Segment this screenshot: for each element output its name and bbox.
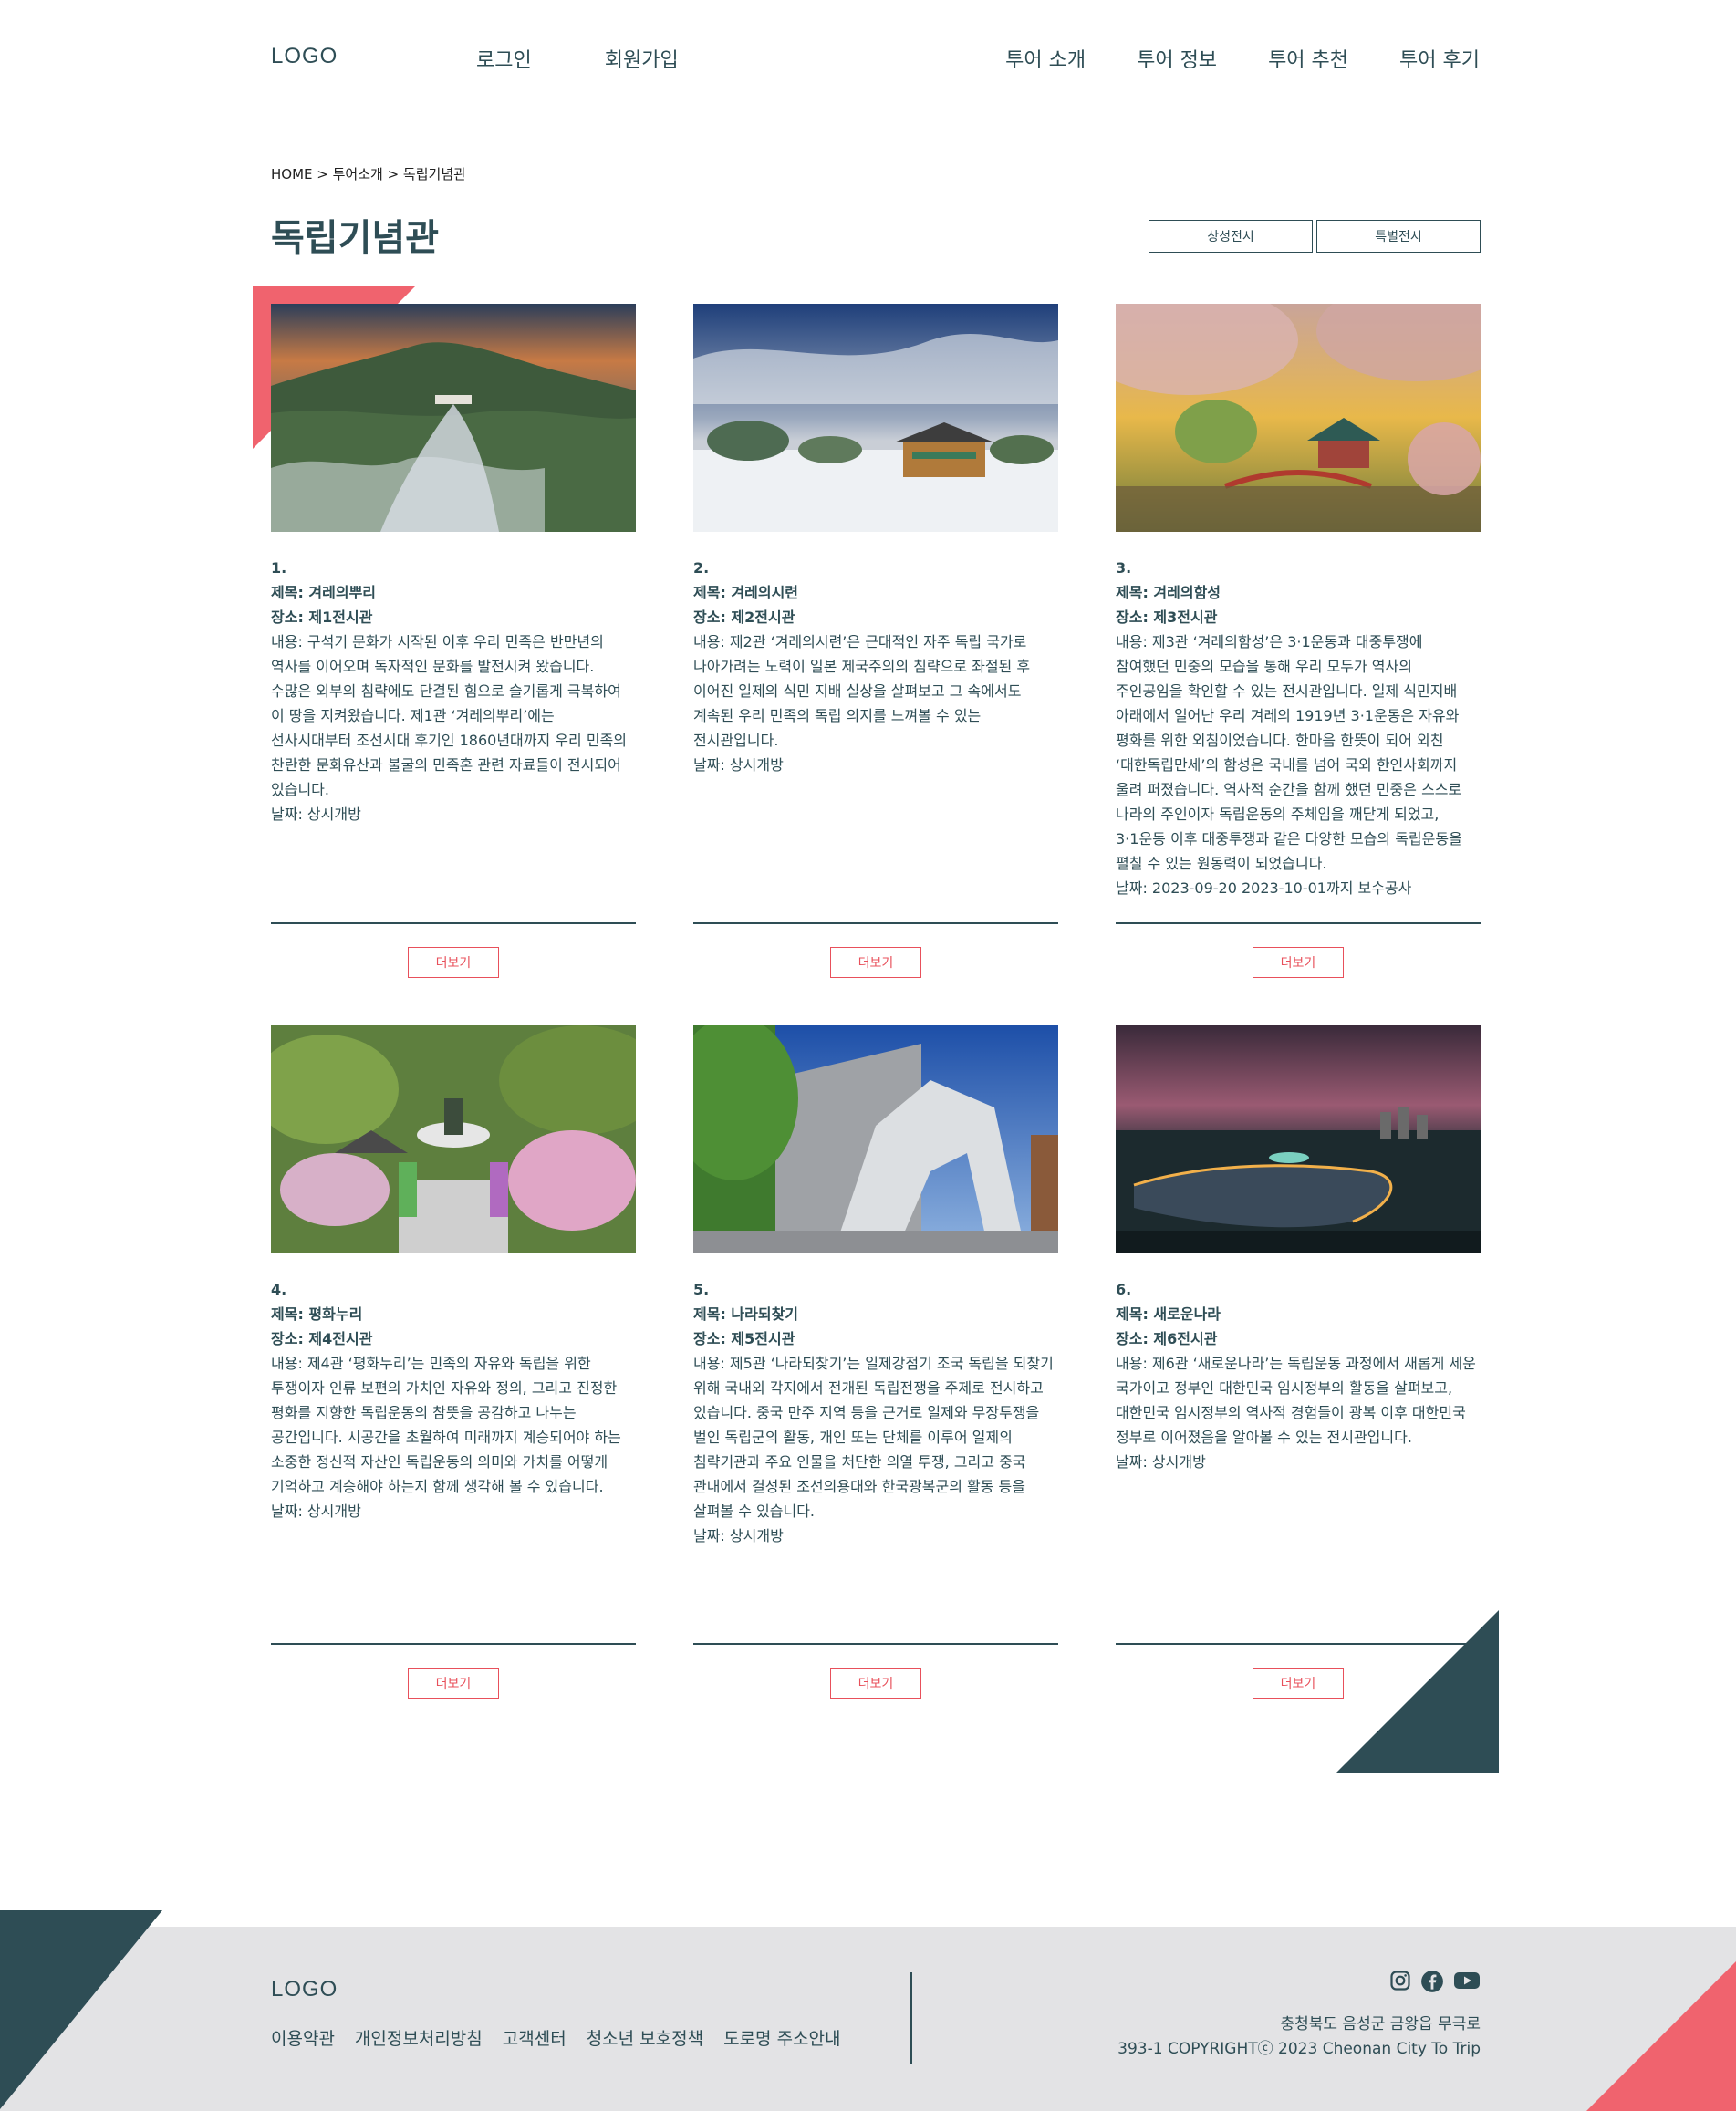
nav-tour-info[interactable]: 투어 정보	[1137, 44, 1217, 73]
tab-special-exhibit[interactable]: 특별전시	[1316, 220, 1481, 253]
facebook-icon[interactable]	[1420, 1970, 1444, 1997]
card-divider	[1116, 1643, 1481, 1645]
page-title: 독립기념관	[271, 217, 439, 259]
exhibit-place: 장소: 제4전시관	[271, 1330, 373, 1347]
exhibit-content: 내용: 제3관 ‘겨레의함성’은 3·1운동과 대중투쟁에 참여했던 민중의 모…	[1116, 633, 1462, 872]
exhibit-card-1: 1. 제목: 겨레의뿌리 장소: 제1전시관 내용: 구석기 문화가 시작된 이…	[271, 304, 636, 978]
exhibit-image-5[interactable]	[693, 1025, 1058, 1253]
exhibit-content: 내용: 구석기 문화가 시작된 이후 우리 민족은 반만년의 역사를 이어오며 …	[271, 633, 627, 798]
footer-link-support[interactable]: 고객센터	[503, 2025, 567, 2050]
footer-links: 이용약관 개인정보처리방침 고객센터 청소년 보호정책 도로명 주소안내	[271, 2025, 841, 2050]
more-button-4[interactable]: 더보기	[408, 1668, 499, 1699]
more-button-6[interactable]: 더보기	[1253, 1668, 1344, 1699]
exhibit-date: 날짜: 상시개방	[1116, 1453, 1206, 1471]
exhibit-date: 날짜: 상시개방	[693, 1527, 784, 1544]
exhibit-place: 장소: 제1전시관	[271, 608, 373, 626]
exhibit-card-4-body: 4. 제목: 평화누리 장소: 제4전시관 내용: 제4관 ‘평화누리’는 민족…	[271, 1277, 636, 1523]
exhibit-card-6-body: 6. 제목: 새로운나라 장소: 제6전시관 내용: 제6관 ‘새로운나라’는 …	[1116, 1277, 1481, 1474]
footer-logo[interactable]: LOGO	[271, 1977, 338, 2002]
exhibit-date: 날짜: 상시개방	[271, 806, 361, 823]
exhibit-image-2[interactable]	[693, 304, 1058, 532]
exhibit-image-4[interactable]	[271, 1025, 636, 1253]
nav-tour-intro[interactable]: 투어 소개	[1005, 44, 1086, 73]
signup-link[interactable]: 회원가입	[605, 44, 679, 73]
exhibit-title: 제목: 평화누리	[271, 1305, 363, 1323]
exhibit-place: 장소: 제5전시관	[693, 1330, 795, 1347]
exhibit-card-2-body: 2. 제목: 겨레의시련 장소: 제2전시관 내용: 제2관 ‘겨레의시련’은 …	[693, 556, 1058, 777]
exhibit-image-1[interactable]	[271, 304, 636, 532]
exhibit-title: 제목: 겨레의뿌리	[271, 584, 377, 601]
nav-tour-review[interactable]: 투어 후기	[1399, 44, 1480, 73]
exhibit-date: 날짜: 2023-09-20 2023-10-01까지 보수공사	[1116, 879, 1412, 897]
exhibit-number: 5.	[693, 1281, 710, 1298]
card-divider	[271, 1643, 636, 1645]
footer-copyright: 393-1 COPYRIGHTⓒ 2023 Cheonan City To Tr…	[1117, 2040, 1481, 2058]
exhibit-number: 4.	[271, 1281, 287, 1298]
social-links	[1389, 1970, 1481, 1997]
footer-address: 충청북도 음성군 금왕읍 무극로	[1280, 2015, 1481, 2033]
more-button-1[interactable]: 더보기	[408, 947, 499, 978]
exhibit-number: 6.	[1116, 1281, 1132, 1298]
more-button-2[interactable]: 더보기	[830, 947, 921, 978]
exhibit-card-6: 6. 제목: 새로운나라 장소: 제6전시관 내용: 제6관 ‘새로운나라’는 …	[1116, 1025, 1481, 1699]
exhibit-tabs: 상성전시 특별전시	[1149, 220, 1481, 253]
youtube-icon[interactable]	[1453, 1970, 1481, 1997]
exhibit-title: 제목: 겨레의함성	[1116, 584, 1221, 601]
exhibit-date: 날짜: 상시개방	[271, 1503, 361, 1520]
exhibit-content: 내용: 제5관 ‘나라되찾기’는 일제강점기 조국 독립을 되찾기 위해 국내외…	[693, 1355, 1054, 1520]
exhibit-image-3[interactable]	[1116, 304, 1481, 532]
exhibit-number: 1.	[271, 559, 287, 577]
exhibit-content: 내용: 제2관 ‘겨레의시련’은 근대적인 자주 독립 국가로 나아가려는 노력…	[693, 633, 1031, 749]
exhibit-content: 내용: 제4관 ‘평화누리’는 민족의 자유와 독립을 위한 투쟁이자 인류 보…	[271, 1355, 621, 1495]
footer-link-terms[interactable]: 이용약관	[271, 2025, 335, 2050]
card-divider	[693, 922, 1058, 924]
footer-link-privacy[interactable]: 개인정보처리방침	[355, 2025, 483, 2050]
site-footer: LOGO 이용약관 개인정보처리방침 고객센터 청소년 보호정책 도로명 주소안…	[0, 1927, 1736, 2111]
exhibit-content: 내용: 제6관 ‘새로운나라’는 독립운동 과정에서 새롭게 세운 국가이고 정…	[1116, 1355, 1476, 1446]
breadcrumb: HOME > 투어소개 > 독립기념관	[271, 166, 466, 182]
exhibit-place: 장소: 제3전시관	[1116, 608, 1218, 626]
more-button-5[interactable]: 더보기	[830, 1668, 921, 1699]
footer-separator	[910, 1972, 912, 2064]
exhibit-card-2: 2. 제목: 겨레의시련 장소: 제2전시관 내용: 제2관 ‘겨레의시련’은 …	[693, 304, 1058, 978]
exhibit-title: 제목: 겨레의시련	[693, 584, 799, 601]
nav-tour-recommend[interactable]: 투어 추천	[1268, 44, 1348, 73]
exhibit-card-5: 5. 제목: 나라되찾기 장소: 제5전시관 내용: 제5관 ‘나라되찾기’는 …	[693, 1025, 1058, 1699]
main-nav: 투어 소개 투어 정보 투어 추천 투어 후기	[1005, 44, 1480, 73]
footer-link-youth-policy[interactable]: 청소년 보호정책	[587, 2025, 703, 2050]
card-divider	[1116, 922, 1481, 924]
exhibit-place: 장소: 제6전시관	[1116, 1330, 1218, 1347]
exhibit-card-4: 4. 제목: 평화누리 장소: 제4전시관 내용: 제4관 ‘평화누리’는 민족…	[271, 1025, 636, 1699]
card-divider	[693, 1643, 1058, 1645]
exhibit-card-3-body: 3. 제목: 겨레의함성 장소: 제3전시관 내용: 제3관 ‘겨레의함성’은 …	[1116, 556, 1481, 900]
exhibit-place: 장소: 제2전시관	[693, 608, 795, 626]
exhibit-number: 3.	[1116, 559, 1132, 577]
exhibit-card-5-body: 5. 제목: 나라되찾기 장소: 제5전시관 내용: 제5관 ‘나라되찾기’는 …	[693, 1277, 1058, 1548]
instagram-icon[interactable]	[1389, 1970, 1411, 1997]
header-logo[interactable]: LOGO	[271, 44, 338, 69]
auth-nav: 로그인 회원가입	[476, 44, 679, 73]
exhibit-date: 날짜: 상시개방	[693, 756, 784, 774]
decor-red-triangle-footer	[1586, 1961, 1736, 2111]
site-header: LOGO 로그인 회원가입 투어 소개 투어 정보 투어 추천 투어 후기	[0, 0, 1736, 119]
card-divider	[271, 922, 636, 924]
exhibit-card-1-body: 1. 제목: 겨레의뿌리 장소: 제1전시관 내용: 구석기 문화가 시작된 이…	[271, 556, 636, 827]
more-button-3[interactable]: 더보기	[1253, 947, 1344, 978]
exhibit-image-6[interactable]	[1116, 1025, 1481, 1253]
exhibit-title: 제목: 나라되찾기	[693, 1305, 799, 1323]
decor-dark-triangle	[1336, 1610, 1499, 1773]
exhibit-title: 제목: 새로운나라	[1116, 1305, 1221, 1323]
login-link[interactable]: 로그인	[476, 44, 532, 73]
tab-permanent-exhibit[interactable]: 상성전시	[1149, 220, 1313, 253]
exhibit-card-3: 3. 제목: 겨레의함성 장소: 제3전시관 내용: 제3관 ‘겨레의함성’은 …	[1116, 304, 1481, 978]
footer-link-road-address[interactable]: 도로명 주소안내	[723, 2025, 840, 2050]
decor-dark-triangle-footer	[0, 1910, 164, 2111]
exhibit-number: 2.	[693, 559, 710, 577]
